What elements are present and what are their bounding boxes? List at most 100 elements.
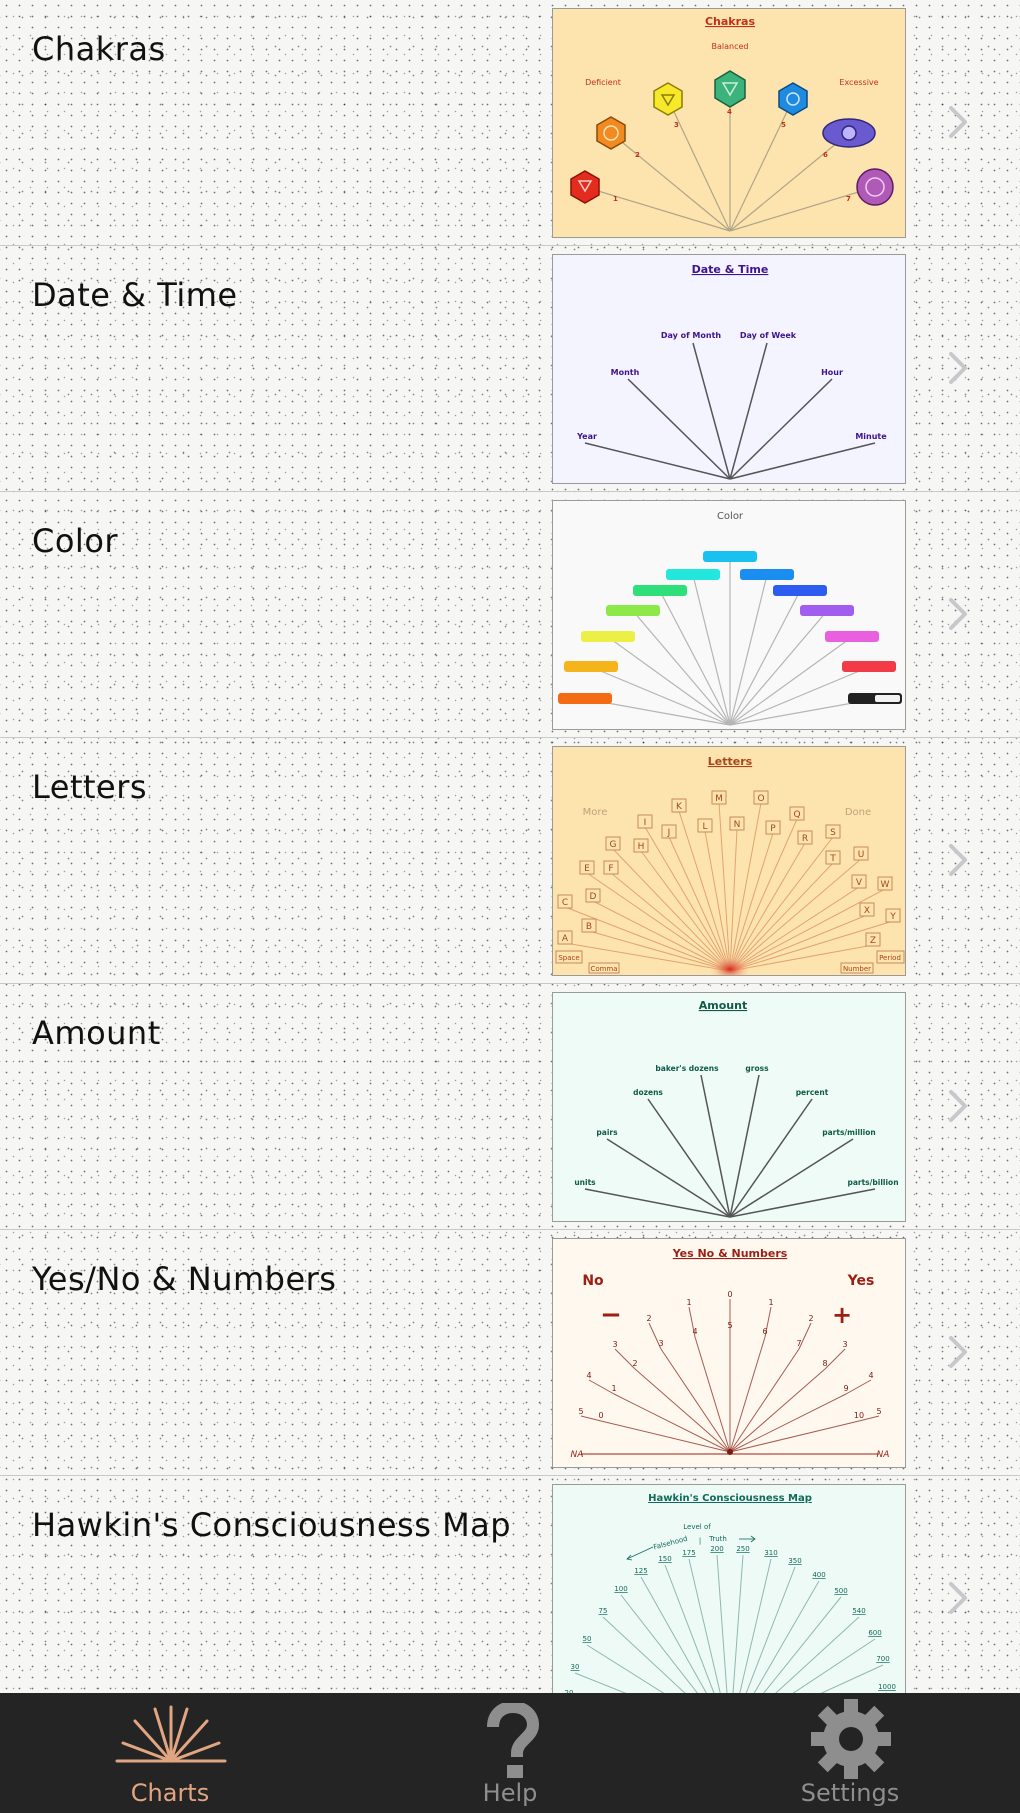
chakra-throat-icon [778, 82, 808, 116]
thumb-label: | [699, 1537, 701, 1545]
scale-label-outer: 1 [686, 1298, 691, 1307]
letter-key: C [557, 894, 573, 909]
calibration-label: 310 [764, 1549, 777, 1557]
row-title: Amount [32, 1014, 161, 1052]
scale-label-inner: 0 [598, 1411, 603, 1420]
scale-label-inner: 2 [632, 1359, 637, 1368]
scale-label-inner: 10 [854, 1411, 864, 1420]
svg-text:C: C [562, 898, 568, 908]
calibration-label: 250 [736, 1545, 749, 1553]
thumb-label: Day of Month [661, 331, 722, 340]
thumb-label: Truth [708, 1535, 727, 1543]
tab-settings[interactable]: Settings [680, 1693, 1020, 1813]
chakra-heart-icon [714, 70, 746, 108]
thumb-label: NA [571, 1450, 584, 1460]
chart-row-hawkins-map[interactable]: Hawkin's Consciousness Map Hawkin's Cons… [0, 1476, 1020, 1693]
thumb-title: Chakras [705, 15, 755, 28]
calibration-label: 30 [571, 1663, 580, 1671]
calibration-label: 50 [583, 1635, 592, 1643]
thumb-label: Yes [847, 1273, 875, 1289]
scale-label-inner: 5 [727, 1321, 732, 1330]
chakra-solar-plexus-icon [653, 82, 683, 116]
svg-text:Z: Z [870, 936, 876, 946]
yes-no-chart-thumbnail: Yes No & Numbers No Yes − + NA NA 543210… [552, 1238, 906, 1468]
chevron-right-icon [949, 1336, 967, 1368]
scale-label-outer: 2 [646, 1314, 651, 1323]
svg-text:S: S [830, 828, 836, 838]
letter-key: K [671, 798, 687, 813]
thumb-title: Hawkin's Consciousness Map [648, 1493, 812, 1504]
tab-label: Help [482, 1779, 538, 1807]
svg-text:J: J [667, 828, 671, 838]
chart-row-chakras[interactable]: Chakras Chakras Balanced Deficient Exces… [0, 0, 1020, 246]
calibration-label: 350 [788, 1557, 801, 1565]
svg-text:G: G [610, 840, 617, 850]
chevron-right-icon [949, 1090, 967, 1122]
tab-bar: Charts Help Settings [0, 1693, 1020, 1813]
scale-label-inner: 3 [658, 1339, 663, 1348]
thumb-label: 2 [635, 151, 640, 159]
letter-key: H [633, 838, 649, 853]
tab-help[interactable]: Help [340, 1693, 680, 1813]
thumb-label: More [583, 807, 608, 818]
letters-chart-thumbnail: Letters More Done Space Comma Number Per… [552, 746, 906, 976]
svg-text:A: A [562, 934, 569, 944]
letter-key: N [729, 816, 745, 831]
letter-key: E [579, 860, 595, 875]
letter-key: X [859, 902, 875, 917]
color-swatch-yellow-green [606, 605, 660, 616]
letter-key: Q [789, 806, 805, 821]
scale-label-outer: 5 [578, 1407, 583, 1416]
thumb-label: Year [576, 432, 597, 441]
thumb-label: parts/billion [847, 1178, 898, 1187]
thumb-label: pairs [596, 1128, 618, 1137]
thumb-label: 4 [727, 108, 732, 116]
thumb-label: Hour [821, 368, 843, 377]
chart-row-yes-no-numbers[interactable]: Yes/No & Numbers Yes No & Numbers No Yes… [0, 1230, 1020, 1476]
svg-text:M: M [715, 794, 723, 804]
thumb-title: Yes No & Numbers [672, 1247, 788, 1260]
charts-fan-icon [115, 1705, 227, 1763]
tab-label: Charts [130, 1779, 210, 1807]
letter-key: M [711, 790, 727, 805]
thumb-label: gross [745, 1064, 769, 1073]
hawkins-chart-preview: Hawkin's Consciousness Map Level of Fals… [565, 1493, 896, 1693]
svg-text:I: I [644, 818, 647, 828]
scale-label-inner: 6 [762, 1327, 767, 1336]
color-swatch-cyan [666, 569, 720, 580]
svg-text:W: W [881, 880, 890, 890]
question-mark-icon [487, 1703, 540, 1778]
svg-text:O: O [757, 794, 764, 804]
letters-chart-preview: Letters More Done Space Comma Number Per… [555, 755, 905, 975]
color-swatch-indigo [773, 585, 827, 596]
thumb-label: Space [558, 954, 579, 962]
chakra-root-icon [570, 170, 600, 204]
letter-key: L [697, 818, 713, 833]
thumb-label: 6 [823, 151, 828, 159]
chart-row-letters[interactable]: Letters Letters More Done Space Comma Nu… [0, 738, 1020, 984]
svg-text:U: U [858, 850, 865, 860]
chart-row-amount[interactable]: Amount Amount units pairs dozens baker's… [0, 984, 1020, 1230]
chakras-chart-thumbnail: Chakras Balanced Deficient Excessive 1 2… [552, 8, 906, 238]
thumb-label: + [832, 1301, 852, 1329]
letter-key: O [753, 790, 769, 805]
letter-key: Z [865, 932, 881, 947]
thumb-label: No [582, 1273, 604, 1289]
chart-row-date-time[interactable]: Date & Time Date & Time Year Month Day o… [0, 246, 1020, 492]
tab-charts[interactable]: Charts [0, 1693, 340, 1813]
svg-text:L: L [702, 822, 707, 832]
scale-label-outer: 1 [768, 1298, 773, 1307]
chevron-right-icon [949, 598, 967, 630]
svg-text:H: H [638, 842, 645, 852]
letter-key: F [603, 860, 619, 875]
chart-row-color[interactable]: Color Color [0, 492, 1020, 738]
amount-chart-preview: Amount units pairs dozens baker's dozens [574, 999, 899, 1218]
thumb-label: − [600, 1300, 622, 1330]
thumb-title: Letters [708, 755, 753, 768]
thumb-title: Color [717, 511, 744, 522]
letter-key: Y [885, 908, 901, 923]
thumb-label: parts/million [822, 1128, 876, 1137]
color-chart-preview: Color [558, 511, 902, 726]
chevron-right-icon [949, 352, 967, 384]
row-title: Hawkin's Consciousness Map [32, 1506, 512, 1544]
